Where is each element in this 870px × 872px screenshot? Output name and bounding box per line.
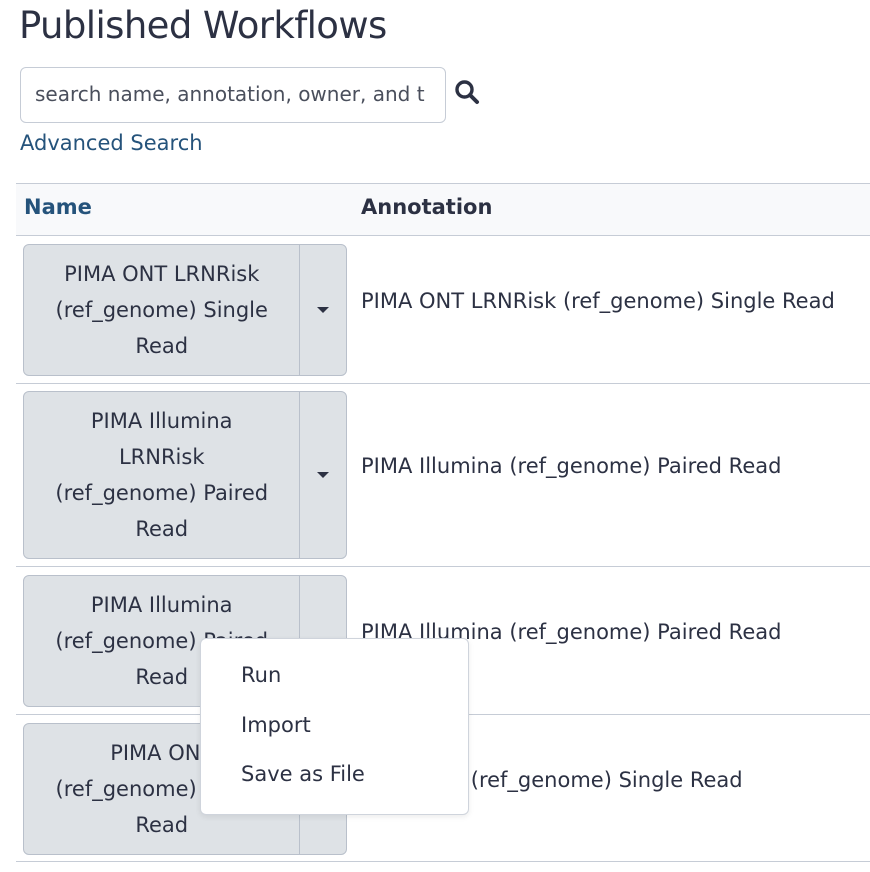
workflow-dropdown-toggle[interactable]: [299, 245, 346, 375]
search-input[interactable]: [21, 68, 425, 120]
workflow-name-line: PIMA Illumina: [90, 409, 233, 433]
workflow-name-line: (ref_genome) Paired: [55, 481, 269, 505]
menu-item-run[interactable]: Run: [241, 663, 281, 687]
workflow-annotation: PIMA ONT LRNRisk (ref_genome) Single Rea…: [361, 289, 835, 313]
workflow-name-line: PIMA ONT LRNRisk: [64, 262, 260, 286]
workflow-name-line: Read: [135, 517, 189, 541]
search-box[interactable]: [20, 67, 446, 123]
workflow-name-button[interactable]: PIMA ONT LRNRisk (ref_genome) Single Rea…: [24, 245, 299, 375]
workflow-name-line: PIMA Illumina: [90, 593, 233, 617]
workflow-name-line: (ref_genome) Single: [55, 298, 268, 322]
workflow-annotation: PIMA Illumina (ref_genome) Paired Read: [361, 454, 782, 478]
menu-item-save-as-file[interactable]: Save as File: [241, 762, 365, 786]
row-divider: [16, 566, 870, 567]
advanced-search-link[interactable]: Advanced Search: [20, 131, 203, 155]
workflow-actions-menu: Run Import Save as File: [200, 638, 469, 815]
column-header-annotation: Annotation: [361, 195, 493, 219]
table-header-divider: [16, 235, 870, 236]
column-header-name[interactable]: Name: [24, 195, 92, 219]
workflow-name-line: LRNRisk: [118, 445, 205, 469]
table-top-divider: [16, 183, 870, 184]
table-row: PIMA ONT LRNRisk (ref_genome) Single Rea…: [23, 244, 347, 376]
menu-item-import[interactable]: Import: [241, 713, 311, 737]
row-divider: [16, 861, 870, 862]
workflow-name-button[interactable]: PIMA Illumina LRNRisk (ref_genome) Paire…: [24, 392, 299, 558]
workflow-name-line: Read: [135, 334, 189, 358]
search-icon[interactable]: [454, 79, 480, 105]
workflow-dropdown-toggle[interactable]: [299, 392, 346, 558]
caret-down-icon: [317, 307, 330, 313]
table-row: PIMA Illumina LRNRisk (ref_genome) Paire…: [23, 391, 347, 559]
caret-down-icon: [317, 472, 330, 478]
page-title: Published Workflows: [19, 4, 387, 47]
row-divider: [16, 383, 870, 384]
